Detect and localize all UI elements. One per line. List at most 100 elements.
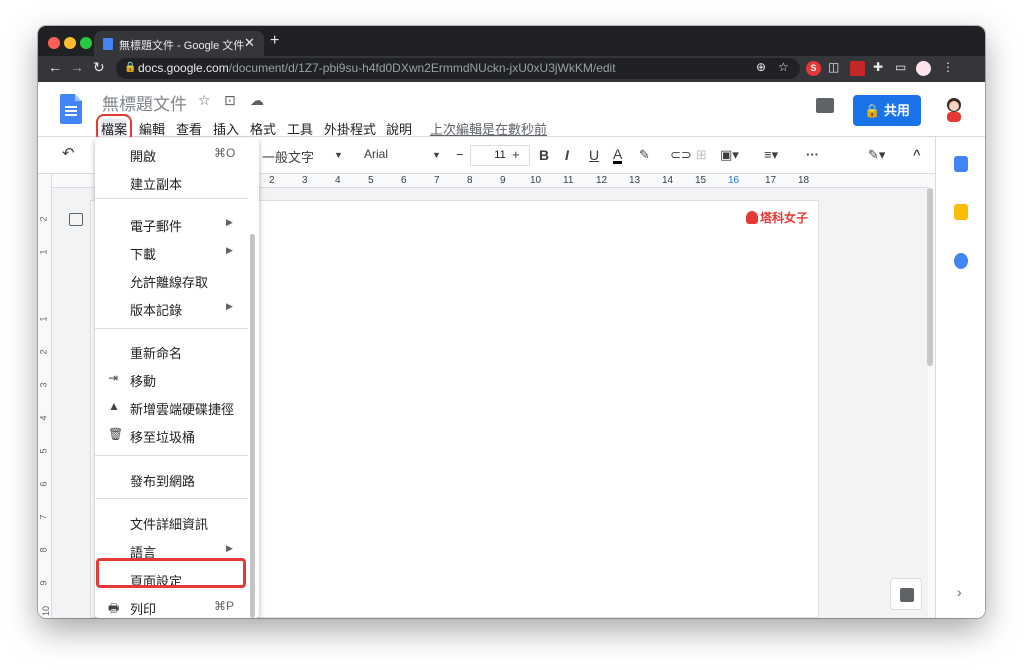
menu-item-move[interactable]: ⇥ 移動 (95, 365, 259, 391)
user-avatar[interactable] (942, 96, 966, 122)
chevron-down-icon[interactable]: ▼ (334, 150, 343, 160)
document-outline-icon[interactable] (69, 213, 83, 226)
file-menu: 開啟 ⌘O 建立副本 電子郵件 ▶ 下載 ▶ 允許離線存取 版本記錄 ▶ 重新命… (95, 138, 259, 618)
zoom-window-button[interactable] (80, 37, 92, 49)
submenu-arrow-icon: ▶ (226, 217, 233, 227)
text-color-button[interactable]: A (613, 147, 623, 164)
pocket-icon[interactable]: ◫ (828, 60, 839, 74)
cloud-saved-icon: ☁ (250, 92, 264, 108)
tasks-icon[interactable] (954, 253, 968, 269)
menu-item-open[interactable]: 開啟 ⌘O (95, 140, 259, 166)
extension-red-icon[interactable] (850, 61, 865, 76)
menu-item-download[interactable]: 下載 ▶ (95, 238, 259, 264)
menu-item-add-shortcut[interactable]: ▲ 新增雲端硬碟捷徑 (95, 393, 259, 419)
menu-tools[interactable]: 工具 (287, 119, 313, 138)
vertical-scrollbar-thumb[interactable] (927, 188, 933, 366)
tab-title: 無標題文件 - Google 文件 (119, 40, 245, 52)
chevron-down-icon[interactable]: ▼ (432, 150, 441, 160)
share-button[interactable]: 🔒 共用 (853, 95, 921, 126)
document-title[interactable]: 無標題文件 (102, 90, 187, 115)
chrome-menu-icon[interactable]: ⋮ (942, 60, 954, 74)
url-text: docs.google.com/document/d/1Z7-pbi9su-h4… (138, 61, 616, 75)
menu-item-trash[interactable]: 🗑 移至垃圾桶 (95, 421, 259, 447)
extension-s-icon[interactable]: S (806, 61, 821, 76)
close-window-button[interactable] (48, 37, 60, 49)
calendar-icon[interactable] (954, 156, 968, 172)
menu-separator (95, 498, 248, 499)
menu-help[interactable]: 說明 (386, 119, 412, 138)
align-icon[interactable]: ≡▾ (764, 147, 778, 163)
explore-icon (900, 588, 914, 602)
bold-button[interactable]: B (539, 147, 549, 163)
menu-item-version-history[interactable]: 版本記錄 ▶ (95, 294, 259, 320)
last-edit-link[interactable]: 上次編輯是在數秒前 (430, 119, 547, 138)
menu-edit[interactable]: 編輯 (139, 119, 165, 138)
browser-toolbar: ← → ↻ 🔒 docs.google.com/document/d/1Z7-p… (38, 56, 985, 82)
menu-scrollbar[interactable] (250, 234, 255, 618)
forward-icon[interactable]: → (70, 59, 84, 75)
bookmark-star-icon[interactable]: ☆ (778, 60, 789, 74)
menu-item-publish[interactable]: 發布到網路 (95, 465, 259, 491)
font-size-input[interactable]: 11 (470, 145, 530, 166)
more-options-icon[interactable]: ··· (806, 147, 819, 162)
undo-icon[interactable]: ↶ (62, 144, 75, 162)
vertical-ruler[interactable]: 2 1 1 2 3 4 5 6 7 8 9 10 (38, 174, 52, 618)
docs-favicon-icon (103, 38, 113, 50)
docs-header: 無標題文件 ☆ ⊡ ☁ 檔案 編輯 查看 插入 格式 工具 外掛程式 說明 上次… (38, 82, 985, 143)
extensions-puzzle-icon[interactable]: ✚ (873, 60, 883, 74)
reload-icon[interactable]: ↻ (93, 59, 105, 76)
explore-button[interactable] (890, 578, 922, 610)
collapse-toolbar-icon[interactable]: ^ (913, 147, 921, 162)
add-comment-icon[interactable]: ⊞ (696, 147, 707, 163)
menu-file[interactable]: 檔案 (95, 114, 133, 143)
menu-item-email[interactable]: 電子郵件 ▶ (95, 210, 259, 236)
submenu-arrow-icon: ▶ (226, 543, 233, 553)
menu-view[interactable]: 查看 (176, 119, 202, 138)
menu-item-details[interactable]: 文件詳細資訊 (95, 508, 259, 534)
underline-button[interactable]: U (589, 147, 599, 163)
font-select[interactable]: Arial (364, 147, 388, 161)
back-icon[interactable]: ← (48, 59, 62, 75)
move-icon: ⇥ (108, 371, 119, 385)
submenu-arrow-icon: ▶ (226, 301, 233, 311)
profile-avatar-icon[interactable] (916, 61, 931, 76)
minimize-window-button[interactable] (64, 37, 76, 49)
highlight-pen-icon[interactable]: ✎ (639, 147, 650, 163)
menu-addons[interactable]: 外掛程式 (324, 119, 376, 138)
trash-icon: 🗑 (108, 427, 124, 441)
insert-image-icon[interactable]: ▣▾ (720, 147, 739, 163)
comment-history-icon[interactable] (816, 98, 834, 113)
menu-insert[interactable]: 插入 (213, 119, 239, 138)
move-folder-icon[interactable]: ⊡ (224, 92, 236, 109)
page-setup-highlight (96, 558, 246, 588)
menu-item-offline[interactable]: 允許離線存取 (95, 266, 259, 292)
link-icon[interactable]: ⊂⊃ (670, 147, 692, 163)
menu-separator (95, 198, 248, 199)
menu-item-rename[interactable]: 重新命名 (95, 337, 259, 363)
address-bar[interactable]: 🔒 docs.google.com/document/d/1Z7-pbi9su-… (116, 58, 800, 79)
menu-separator (95, 455, 248, 456)
zoom-icon[interactable]: ⊕ (756, 60, 766, 74)
expand-panel-icon[interactable]: › (957, 584, 962, 600)
font-size-increase-button[interactable]: + (512, 147, 520, 162)
keep-icon[interactable] (954, 204, 968, 220)
tab-close-icon[interactable]: ✕ (244, 35, 255, 51)
menu-item-make-copy[interactable]: 建立副本 (95, 168, 259, 194)
cast-icon[interactable]: ▭ (895, 60, 906, 74)
browser-window: 無標題文件 - Google 文件 ✕ + ← → ↻ 🔒 docs.googl… (38, 26, 985, 618)
menu-item-print[interactable]: 🖶 列印 ⌘P (95, 593, 259, 618)
drive-shortcut-icon: ▲ (108, 399, 120, 413)
font-size-decrease-button[interactable]: − (456, 147, 464, 162)
italic-button[interactable]: I (565, 147, 569, 163)
browser-tab[interactable]: 無標題文件 - Google 文件 ✕ (94, 31, 264, 56)
tab-strip: 無標題文件 - Google 文件 ✕ + (38, 26, 985, 56)
menu-format[interactable]: 格式 (250, 119, 276, 138)
editing-mode-icon[interactable]: ✎▾ (868, 147, 885, 163)
style-select[interactable]: 一般文字 (262, 147, 314, 166)
docs-logo-icon[interactable] (60, 94, 82, 124)
print-icon: 🖶 (108, 601, 120, 615)
star-icon[interactable]: ☆ (198, 92, 211, 109)
watermark-logo: 塔科女子 (746, 209, 808, 226)
menu-separator (95, 328, 248, 329)
new-tab-button[interactable]: + (270, 32, 279, 50)
